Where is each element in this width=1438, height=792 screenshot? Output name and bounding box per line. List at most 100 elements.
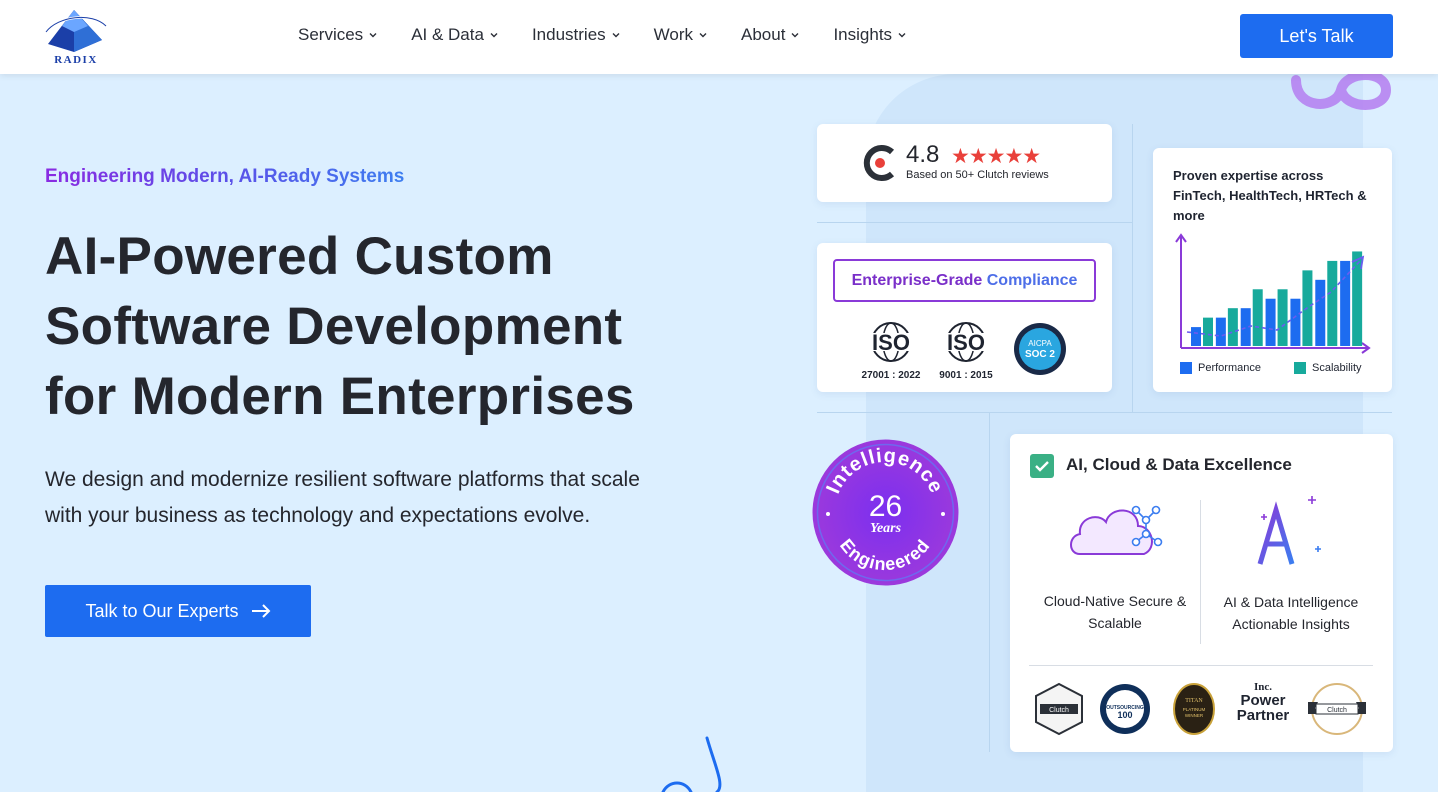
legend-swatch — [1180, 362, 1192, 374]
chart-bar — [1327, 260, 1338, 346]
svg-text:PLATINUM: PLATINUM — [1183, 707, 1206, 712]
chart-title: Proven expertise across FinTech, HealthT… — [1173, 168, 1367, 223]
nav-item-industries[interactable]: Industries — [532, 24, 620, 46]
expertise-bar-chart — [1175, 233, 1371, 354]
nav-item-insights[interactable]: Insights — [833, 24, 906, 46]
chevron-down-icon — [490, 33, 498, 38]
inc-power-partner-badge: Inc. Power Partner — [1234, 682, 1292, 736]
badge-text: Clutch — [1049, 707, 1069, 714]
chart-bar — [1352, 251, 1363, 346]
legend-performance: Performance — [1180, 362, 1261, 374]
rating-subtext: Based on 50+ Clutch reviews — [906, 169, 1049, 181]
legend-label: Scalability — [1312, 362, 1362, 374]
outsourcing-100-badge: OUTSOURCING 100 — [1100, 684, 1150, 734]
feature-line: Cloud-Native Secure & — [1043, 593, 1187, 609]
grid-line — [1132, 124, 1133, 412]
site-header: RADIX Services AI & Data Industries Work… — [0, 0, 1438, 74]
star-rating-icon: ★★★★★ — [951, 145, 1041, 168]
svg-text:WINNER: WINNER — [1185, 713, 1204, 718]
nav-item-work[interactable]: Work — [654, 24, 707, 46]
compliance-title-part: Compliance — [986, 271, 1078, 289]
excellence-title: AI, Cloud & Data Excellence — [1066, 455, 1292, 474]
iso-mark: ISO — [872, 330, 910, 355]
grid-line — [989, 412, 990, 752]
hero-title: AI-Powered Custom Software Development f… — [45, 222, 745, 432]
nav-item-label: Work — [653, 25, 694, 44]
feature-divider — [1200, 500, 1201, 644]
nav-item-label: Industries — [531, 25, 606, 44]
chart-bar — [1191, 327, 1201, 346]
clutch-award-badge: Clutch — [1035, 682, 1083, 736]
chart-bar — [1203, 317, 1213, 346]
svg-text:100: 100 — [1117, 710, 1132, 720]
brand-wordmark: RADIX — [54, 54, 98, 66]
compliance-card: Enterprise-Grade Compliance ISO 27001 : … — [817, 243, 1112, 392]
titan-platinum-badge: TITAN PLATINUM WINNER — [1173, 683, 1215, 735]
iso-label: 27001 : 2022 — [861, 370, 921, 381]
feature-line: AI & Data Intelligence — [1223, 594, 1359, 610]
legend-swatch — [1294, 362, 1306, 374]
pyramid-logo-icon — [45, 10, 107, 52]
chart-bar — [1265, 298, 1276, 346]
nav-item-label: About — [741, 25, 786, 44]
radix-logo[interactable]: RADIX — [44, 6, 108, 68]
excellence-card: AI, Cloud & Data Excellence Cloud-Native… — [1010, 434, 1393, 752]
chevron-down-icon — [898, 33, 906, 38]
iso-globe-icon: ISO — [942, 322, 990, 362]
talk-to-experts-label: Talk to Our Experts — [85, 600, 239, 621]
clutch-global-badge: Clutch — [1308, 683, 1366, 735]
chart-bar — [1227, 308, 1238, 346]
nav-item-label: Services — [298, 25, 364, 44]
awards-divider — [1029, 665, 1373, 666]
svg-text:SOC 2: SOC 2 — [1025, 349, 1055, 360]
legend-label: Performance — [1198, 362, 1261, 374]
hero-title-line: for Modern Enterprises — [45, 367, 635, 426]
clutch-rating-card: 4.8 ★★★★★ Based on 50+ Clutch reviews — [817, 124, 1112, 202]
svg-text:TITAN: TITAN — [1185, 698, 1203, 704]
talk-to-experts-button[interactable]: Talk to Our Experts — [45, 585, 311, 637]
chart-bar — [1277, 289, 1288, 346]
chevron-down-icon — [699, 33, 707, 38]
expertise-chart-card: Proven expertise across FinTech, HealthT… — [1153, 148, 1392, 392]
nav-item-services[interactable]: Services — [298, 24, 377, 46]
hero-tagline: Engineering Modern, AI-Ready Systems — [45, 166, 405, 187]
chart-bar — [1315, 279, 1326, 346]
hero-lead-line: We design and modernize resilient softwa… — [45, 468, 640, 491]
badge-text: Power — [1240, 692, 1286, 709]
cloud-network-icon — [1070, 505, 1163, 555]
nav-item-ai-data[interactable]: AI & Data — [411, 24, 498, 46]
hero-title-line: AI-Powered Custom — [45, 227, 554, 286]
nav-item-label: Insights — [833, 25, 893, 44]
seal-unit: Years — [870, 521, 902, 536]
26-years-seal: Intelligence Engineered 26 Years — [812, 439, 959, 586]
hero-lead-line: with your business as technology and exp… — [45, 504, 591, 527]
arrow-right-icon — [251, 604, 270, 618]
lets-talk-button[interactable]: Let's Talk — [1240, 14, 1393, 58]
infinity-decoration-icon — [1291, 70, 1392, 110]
feature-ai-label: AI & Data Intelligence Actionable Insigh… — [1210, 591, 1372, 635]
seal-number: 26 — [869, 490, 902, 523]
ai-sparkle-icon — [1257, 496, 1321, 565]
nav-item-label: AI & Data — [411, 25, 484, 44]
compliance-title: Enterprise-Grade Compliance — [833, 259, 1096, 302]
badge-text: Clutch — [1327, 707, 1347, 714]
iso-27001-badge: ISO 27001 : 2022 — [861, 321, 921, 381]
nav-item-about[interactable]: About — [741, 24, 799, 46]
chart-bar — [1252, 289, 1263, 346]
rating-score: 4.8 — [906, 141, 940, 168]
svg-text:AICPA: AICPA — [1028, 339, 1052, 348]
feature-cloud-label: Cloud-Native Secure & Scalable — [1034, 590, 1196, 634]
hero-title-line: Software Development — [45, 297, 623, 356]
legend-scalability: Scalability — [1294, 362, 1362, 374]
chart-bar — [1290, 298, 1301, 346]
iso-mark: ISO — [947, 330, 985, 355]
main-nav: Services AI & Data Industries Work About… — [298, 24, 940, 46]
checkbox-icon — [1030, 454, 1054, 478]
compliance-title-part: Enterprise-Grade — [851, 271, 983, 289]
chevron-down-icon — [791, 33, 799, 38]
iso-label: 9001 : 2015 — [939, 370, 993, 381]
aicpa-soc2-badge: AICPA SOC 2 — [1014, 323, 1066, 375]
badge-text: Partner — [1236, 707, 1290, 724]
chevron-down-icon — [612, 33, 620, 38]
chart-bar — [1215, 317, 1226, 346]
